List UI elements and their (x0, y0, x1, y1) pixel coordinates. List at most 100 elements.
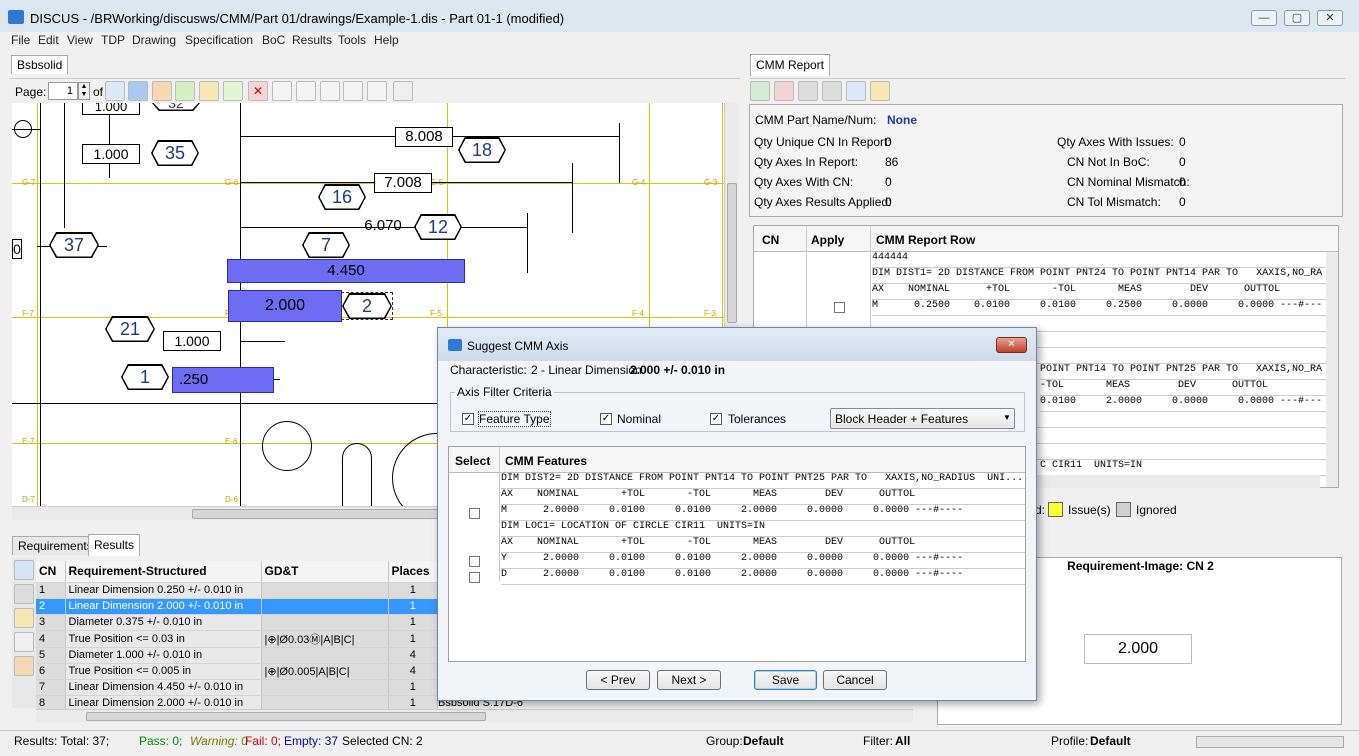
select-checkbox-d[interactable] (469, 572, 480, 583)
feature-row[interactable]: Y 2.0000 0.0100 0.0100 2.0000 0.0000 0.0… (501, 553, 1025, 569)
tolerances-checkbox[interactable]: ✓ (710, 413, 722, 425)
report-remove-icon[interactable] (774, 81, 794, 101)
fit-width-icon[interactable] (296, 81, 316, 101)
feature-row[interactable]: AX NOMINAL +TOL -TOL MEAS DEV OUTTOL (501, 537, 1025, 553)
report-row[interactable]: -TOL MEAS DEV OUTTOL (1040, 380, 1338, 396)
side-tool-icon[interactable] (14, 608, 34, 628)
add-balloon-icon[interactable] (152, 81, 172, 101)
dim-box-10[interactable]: 0 (12, 239, 22, 259)
report-edit-icon[interactable] (846, 81, 866, 101)
dim-box-3[interactable]: 8.008 (395, 127, 453, 147)
dim-box-8[interactable]: 1.000 (163, 331, 221, 351)
menu-specification[interactable]: Specification (185, 33, 253, 47)
page-spinner[interactable]: ▲ ▼ (78, 82, 90, 100)
close-button[interactable]: ✕ (1317, 10, 1343, 26)
menu-view[interactable]: View (67, 33, 93, 47)
dim-selected-4450[interactable]: 4.450 (227, 259, 465, 283)
dim-box-4[interactable]: 7.008 (374, 173, 432, 193)
edit-tool-icon[interactable] (199, 81, 219, 101)
report-row[interactable]: C CIR11 UNITS=IN (1040, 460, 1338, 476)
results-hscroll[interactable] (36, 709, 913, 722)
balloon-37[interactable]: 37 (49, 232, 99, 258)
report-row[interactable]: POINT PNT14 TO POINT PNT25 PAR TO XAXIS,… (1040, 364, 1338, 380)
menu-results[interactable]: Results (292, 33, 332, 47)
tab-results[interactable]: Results (88, 534, 141, 556)
feature-row[interactable]: DIM DIST2= 2D DISTANCE FROM POINT PNT14 … (501, 473, 1025, 489)
balloon-21[interactable]: 21 (105, 316, 155, 342)
select-tool-icon[interactable] (128, 81, 148, 101)
page-input[interactable] (48, 82, 78, 100)
tab-cmm-report[interactable]: CMM Report (750, 54, 831, 76)
report-tag-icon[interactable] (870, 81, 890, 101)
report-row[interactable]: 0.0100 2.0000 0.0000 0.0000 ---#--- (1040, 396, 1338, 412)
dim-selected-250[interactable]: .250 (172, 367, 274, 393)
balloon-16[interactable]: 16 (318, 184, 366, 210)
side-tool-icon[interactable] (14, 584, 34, 604)
dim-box-2[interactable]: 1.000 (82, 144, 140, 164)
table-row[interactable]: 2 Linear Dimension 2.000 +/- 0.010 in 1 (36, 598, 438, 615)
report-row[interactable]: DIM DIST1= 2D DISTANCE FROM POINT PNT24 … (872, 268, 1338, 284)
text-tool-icon[interactable] (367, 81, 387, 101)
filter-dropdown[interactable]: Block Header + Features ▼ (830, 408, 1015, 429)
report-link-icon[interactable] (798, 81, 818, 101)
balloon-7[interactable]: 7 (302, 232, 350, 258)
cancel-button[interactable]: Cancel (823, 670, 887, 690)
table-row[interactable]: 3 Diameter 0.375 +/- 0.010 in 1 (36, 614, 438, 631)
save-button[interactable]: Save (754, 670, 817, 690)
feature-row[interactable]: M 2.0000 0.0100 0.0100 2.0000 0.0000 0.0… (501, 505, 1025, 521)
balloon-2[interactable]: 2 (341, 292, 393, 320)
table-row[interactable]: 1 Linear Dimension 0.250 +/- 0.010 in 1 (36, 582, 438, 599)
tab-bsbsolid[interactable]: Bsbsolid (11, 55, 69, 74)
balloon-18[interactable]: 18 (458, 137, 506, 163)
menu-edit[interactable]: Edit (38, 33, 59, 47)
menu-drawing[interactable]: Drawing (132, 33, 176, 47)
nominal-checkbox[interactable]: ✓ (600, 413, 612, 425)
feature-row[interactable]: D 2.0000 0.0100 0.0100 2.0000 0.0000 0.0… (501, 569, 1025, 585)
report-row[interactable]: 444444 (872, 252, 1338, 268)
dim-selected-2000[interactable]: 2.000 (228, 290, 342, 322)
table-row[interactable]: 6 True Position <= 0.005 in |⊕|Ø0.005|A|B|… (36, 663, 438, 680)
prev-button[interactable]: < Prev (586, 670, 650, 690)
region-tool-icon[interactable] (223, 81, 243, 101)
feature-row[interactable]: AX NOMINAL +TOL -TOL MEAS DEV OUTTOL (501, 489, 1025, 505)
feature-row[interactable]: DIM LOC1= LOCATION OF CIRCLE CIR11 UNITS… (501, 521, 1025, 537)
balloon-12[interactable]: 12 (414, 214, 462, 240)
menu-file[interactable]: File (11, 33, 30, 47)
menu-help[interactable]: Help (374, 33, 399, 47)
side-tool-icon[interactable] (14, 560, 34, 580)
next-button[interactable]: Next > (657, 670, 721, 690)
feature-type-checkbox[interactable]: ✓ (462, 413, 474, 425)
report-row[interactable]: AX NOMINAL +TOL -TOL MEAS DEV OUTTOL (872, 284, 1338, 300)
maximize-button[interactable]: ▢ (1284, 10, 1310, 26)
zoom-out-icon[interactable] (343, 81, 363, 101)
balloon-35[interactable]: 35 (151, 140, 199, 166)
table-row[interactable]: 8 Linear Dimension 2.000 +/- 0.010 in 1 (36, 695, 438, 709)
report-hscroll[interactable] (1035, 475, 1320, 488)
pen-tool-icon[interactable] (393, 81, 413, 101)
report-unlink-icon[interactable] (822, 81, 842, 101)
balloon-32[interactable]: 32 (152, 103, 200, 111)
select-checkbox-y[interactable] (469, 556, 480, 567)
dialog-close-button[interactable]: ✕ (996, 337, 1027, 353)
info-tool-icon[interactable] (105, 81, 125, 101)
menu-tdp[interactable]: TDP (101, 33, 125, 47)
delete-tool-icon[interactable]: ✕ (248, 81, 268, 101)
table-row[interactable]: 4 True Position <= 0.03 in |⊕|Ø0.03Ⓜ|A|B|C… (36, 630, 438, 648)
report-import-icon[interactable] (750, 81, 770, 101)
dim-box-1[interactable]: 1.000 (82, 103, 140, 115)
fit-tool-icon[interactable] (272, 81, 292, 101)
balloon-1[interactable]: 1 (121, 364, 169, 390)
menu-boc[interactable]: BoC (262, 33, 285, 47)
add-group-icon[interactable] (175, 81, 195, 101)
table-row[interactable]: 5 Diameter 1.000 +/- 0.010 in 4 (36, 647, 438, 664)
report-vscroll[interactable] (1326, 252, 1338, 487)
report-row[interactable]: M 0.2500 0.0100 0.0100 0.2500 0.0000 0.0… (872, 300, 1338, 316)
apply-checkbox[interactable] (834, 302, 845, 313)
tab-requirements[interactable]: Requirements (12, 536, 99, 555)
minimize-button[interactable]: — (1251, 10, 1277, 26)
zoom-in-icon[interactable] (320, 81, 340, 101)
side-tool-icon[interactable] (14, 656, 34, 676)
menu-tools[interactable]: Tools (338, 33, 366, 47)
table-row[interactable]: 7 Linear Dimension 4.450 +/- 0.010 in 1 (36, 679, 438, 696)
select-checkbox-m[interactable] (469, 508, 480, 519)
